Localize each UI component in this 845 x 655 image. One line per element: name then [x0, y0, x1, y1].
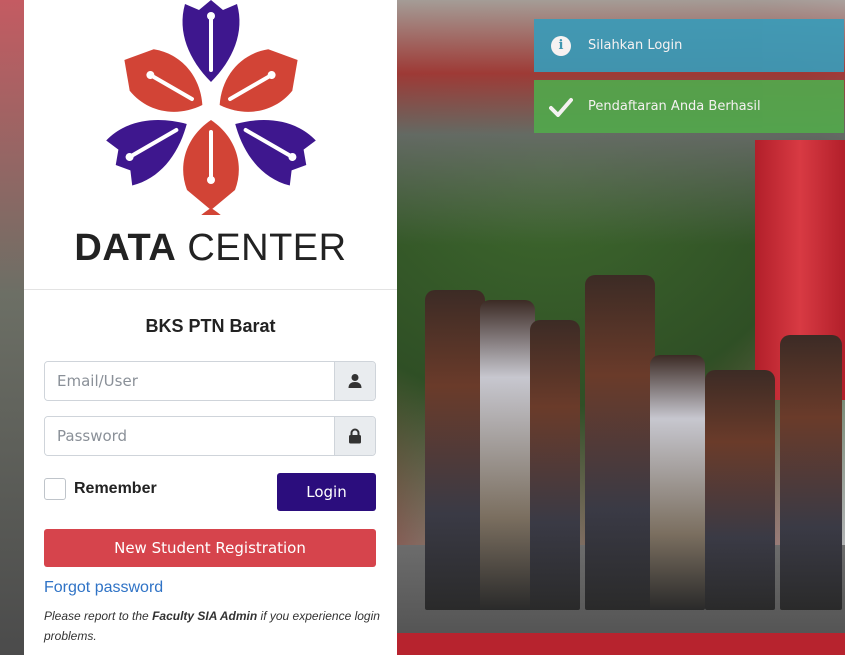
brand-title: DATA CENTER — [74, 227, 346, 270]
note-text-bold: Faculty SIA Admin — [152, 609, 258, 623]
forgot-password-link[interactable]: Forgot password — [44, 579, 163, 597]
remember-checkbox[interactable] — [44, 478, 66, 500]
brand-header: DATA CENTER — [24, 0, 397, 290]
data-center-logo — [100, 0, 321, 215]
password-field — [44, 416, 376, 456]
login-help-note: Please report to the Faculty SIA Admin i… — [44, 606, 384, 646]
brand-title-rest: CENTER — [187, 227, 347, 269]
check-icon — [549, 97, 573, 117]
email-field — [44, 361, 376, 401]
logo-petals — [100, 0, 321, 215]
background-person — [480, 300, 535, 610]
background-person — [425, 290, 485, 610]
background-left-strip — [0, 0, 24, 655]
brand-title-bold: DATA — [74, 227, 177, 269]
lock-icon — [334, 417, 375, 455]
background-person — [650, 355, 705, 610]
toast-info[interactable]: i Silahkan Login — [534, 19, 844, 72]
info-icon: i — [551, 35, 571, 56]
organization-name: BKS PTN Barat — [145, 316, 276, 336]
background-carpet — [397, 633, 845, 655]
remember-control[interactable]: Remember — [44, 478, 157, 500]
background-person — [780, 335, 842, 610]
background-person — [585, 275, 655, 610]
toast-success-message: Pendaftaran Anda Berhasil — [588, 99, 761, 114]
new-student-registration-button[interactable]: New Student Registration — [44, 529, 376, 567]
email-input[interactable] — [45, 362, 334, 400]
login-panel: DATA CENTER BKS PTN Barat Remember Login… — [24, 0, 397, 655]
remember-label: Remember — [74, 480, 157, 497]
toast-success[interactable]: Pendaftaran Anda Berhasil — [534, 80, 844, 133]
background-person — [530, 320, 580, 610]
note-text-before: Please report to the — [44, 609, 153, 623]
login-button[interactable]: Login — [277, 473, 376, 511]
toast-info-message: Silahkan Login — [588, 38, 683, 53]
background-person — [705, 370, 775, 610]
password-input[interactable] — [45, 417, 334, 455]
user-icon — [334, 362, 375, 400]
